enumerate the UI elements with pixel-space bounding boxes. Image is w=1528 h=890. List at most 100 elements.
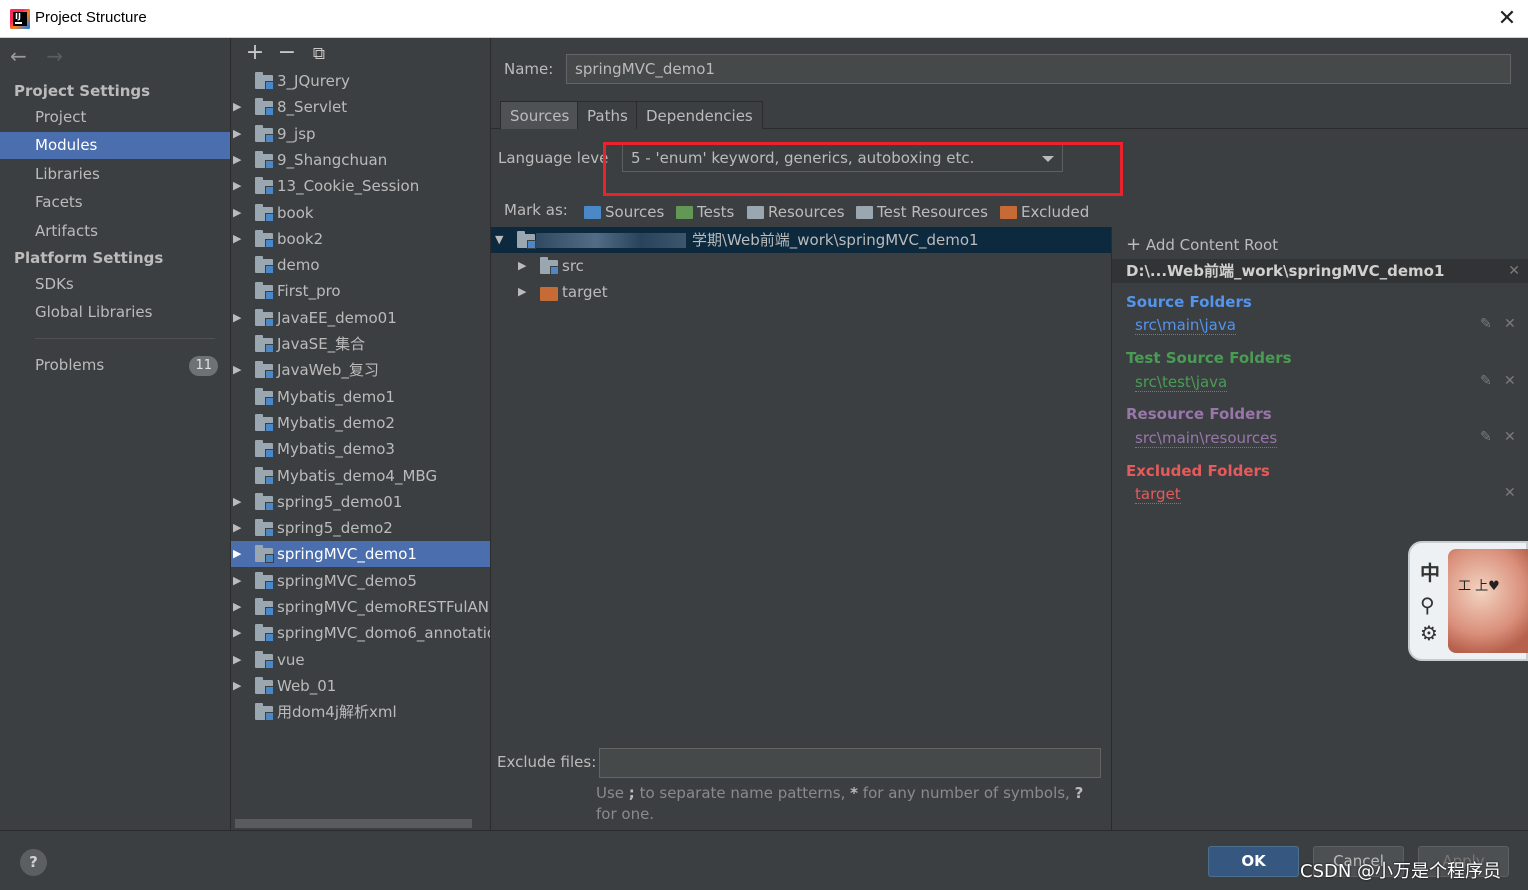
mark-excluded-button[interactable]: Excluded	[1000, 201, 1089, 223]
expand-arrow-icon[interactable]: ▶	[233, 594, 247, 620]
module-folder-icon	[255, 440, 274, 459]
content-root-row[interactable]: ▼ 学期\Web前端_work\springMVC_demo1	[491, 227, 1111, 253]
nav-item-project[interactable]: Project	[0, 104, 230, 131]
expand-arrow-icon[interactable]: ▶	[233, 515, 247, 541]
nav-item-facets[interactable]: Facets	[0, 189, 230, 216]
module-tree-row[interactable]: ▶ book2	[231, 226, 490, 252]
expand-arrow-icon[interactable]: ▶	[518, 253, 526, 279]
expand-arrow-icon[interactable]: ▼	[495, 227, 503, 253]
edit-icon[interactable]: ✎	[1480, 373, 1492, 389]
module-tree-row[interactable]: ▶ springMVC_domo6_annotatio	[231, 620, 490, 646]
module-tree-row[interactable]: First_pro	[231, 278, 490, 304]
tab-paths[interactable]: Paths	[577, 101, 638, 129]
ok-button[interactable]: OK	[1208, 846, 1299, 877]
expand-arrow-icon[interactable]: ▶	[233, 647, 247, 673]
module-tree-row[interactable]: ▶ spring5_demo2	[231, 515, 490, 541]
chinese-input-icon[interactable]: 中	[1420, 557, 1440, 586]
remove-icon[interactable]: ✕	[1504, 373, 1516, 389]
back-arrow-icon[interactable]: ←	[10, 44, 40, 68]
module-folder-icon	[255, 545, 274, 564]
nav-item-modules[interactable]: Modules	[0, 132, 230, 159]
add-content-root-label: Add Content Root	[1145, 236, 1279, 254]
expand-arrow-icon[interactable]: ▶	[518, 279, 526, 305]
expand-arrow-icon[interactable]: ▶	[233, 173, 247, 199]
tree-row-src[interactable]: ▶ src	[491, 253, 1111, 279]
expand-arrow-icon[interactable]: ▶	[233, 147, 247, 173]
tab-sources[interactable]: Sources	[500, 101, 580, 129]
remove-icon[interactable]: ✕	[1504, 429, 1516, 445]
source-folders-header: Source Folders	[1126, 293, 1252, 311]
module-tree-row[interactable]: ▶ Web_01	[231, 673, 490, 699]
module-name-input[interactable]: springMVC_demo1	[566, 54, 1511, 84]
expand-arrow-icon[interactable]: ▶	[233, 541, 247, 567]
excluded-folder-icon	[540, 287, 558, 301]
expand-arrow-icon[interactable]: ▶	[233, 620, 247, 646]
module-tree-row[interactable]: JavaSE_集合	[231, 331, 490, 357]
expand-arrow-icon[interactable]: ▶	[233, 121, 247, 147]
nav-divider	[35, 338, 215, 339]
help-icon[interactable]: ?	[20, 849, 47, 876]
input-method-widget[interactable]: 工 上♥ 中 ⚲ ⚙	[1408, 541, 1528, 661]
nav-item-problems[interactable]: Problems 11	[0, 352, 230, 379]
exclude-files-input[interactable]	[599, 748, 1101, 778]
module-tree-row[interactable]: demo	[231, 252, 490, 278]
module-tree-row[interactable]: Mybatis_demo1	[231, 384, 490, 410]
gear-icon[interactable]: ⚙	[1420, 621, 1438, 645]
module-tree-row[interactable]: 用dom4j解析xml	[231, 699, 490, 725]
mark-resources-button[interactable]: Resources	[747, 201, 845, 223]
module-tree-row[interactable]: ▶ JavaWeb_复习	[231, 357, 490, 383]
module-tree-row[interactable]: ▶ vue	[231, 647, 490, 673]
module-tree-row[interactable]: ▶ springMVC_demo1	[231, 541, 490, 568]
mark-tests-button[interactable]: Tests	[676, 201, 734, 223]
tree-row-target[interactable]: ▶ target	[491, 279, 1111, 305]
module-tree-row[interactable]: ▶ 8_Servlet	[231, 94, 490, 120]
module-tree-row[interactable]: 3_JQurery	[231, 68, 490, 94]
module-tree-row[interactable]: Mybatis_demo3	[231, 436, 490, 462]
expand-arrow-icon[interactable]: ▶	[233, 305, 247, 331]
add-module-icon[interactable]: +	[239, 40, 271, 65]
expand-arrow-icon[interactable]: ▶	[233, 568, 247, 594]
module-name: 9_Shangchuan	[277, 150, 388, 169]
module-tree-row[interactable]: ▶ spring5_demo01	[231, 489, 490, 515]
expand-arrow-icon[interactable]: ▶	[233, 357, 247, 383]
mark-test-resources-button[interactable]: Test Resources	[856, 201, 988, 223]
link-icon[interactable]: ⚲	[1420, 593, 1435, 617]
horizontal-scrollbar[interactable]	[235, 819, 472, 828]
remove-module-icon[interactable]: −	[271, 40, 303, 65]
add-content-root-button[interactable]: + Add Content Root	[1126, 234, 1278, 255]
mark-test-resources-label: Test Resources	[877, 203, 988, 221]
module-tree-row[interactable]: Mybatis_demo4_MBG	[231, 463, 490, 489]
module-tree-row[interactable]: ▶ 13_Cookie_Session	[231, 173, 490, 199]
edit-icon[interactable]: ✎	[1480, 429, 1492, 445]
expand-arrow-icon[interactable]: ▶	[233, 226, 247, 252]
module-folder-icon	[255, 703, 274, 722]
resource-folders-header: Resource Folders	[1126, 405, 1272, 423]
module-tree-row[interactable]: ▶ springMVC_demo5	[231, 568, 490, 594]
module-tree-row[interactable]: Mybatis_demo2	[231, 410, 490, 436]
module-folder-icon	[255, 571, 274, 590]
module-folder-icon	[255, 98, 274, 117]
module-tree-row[interactable]: ▶ book	[231, 200, 490, 226]
nav-item-libraries[interactable]: Libraries	[0, 161, 230, 188]
expand-arrow-icon[interactable]: ▶	[233, 673, 247, 699]
module-tree-row[interactable]: ▶ springMVC_demoRESTFulANI	[231, 594, 490, 620]
forward-arrow-icon[interactable]: →	[46, 44, 76, 68]
module-tree-row[interactable]: ▶ 9_Shangchuan	[231, 147, 490, 173]
expand-arrow-icon[interactable]: ▶	[233, 489, 247, 515]
expand-arrow-icon[interactable]: ▶	[233, 94, 247, 120]
remove-root-icon[interactable]: ✕	[1508, 259, 1520, 283]
expand-arrow-icon[interactable]: ▶	[233, 200, 247, 226]
nav-item-sdks[interactable]: SDKs	[0, 271, 230, 298]
tab-dependencies[interactable]: Dependencies	[636, 101, 763, 129]
remove-icon[interactable]: ✕	[1504, 316, 1516, 332]
module-tree-row[interactable]: ▶ 9_jsp	[231, 121, 490, 147]
nav-item-global-libraries[interactable]: Global Libraries	[0, 299, 230, 326]
close-icon[interactable]: ✕	[1494, 6, 1520, 32]
copy-module-icon[interactable]: ⧉	[303, 44, 335, 64]
mark-sources-button[interactable]: Sources	[584, 201, 664, 223]
remove-icon[interactable]: ✕	[1504, 485, 1516, 501]
nav-item-artifacts[interactable]: Artifacts	[0, 218, 230, 245]
module-tree-row[interactable]: ▶ JavaEE_demo01	[231, 305, 490, 331]
edit-icon[interactable]: ✎	[1480, 316, 1492, 332]
module-name: vue	[277, 650, 305, 669]
